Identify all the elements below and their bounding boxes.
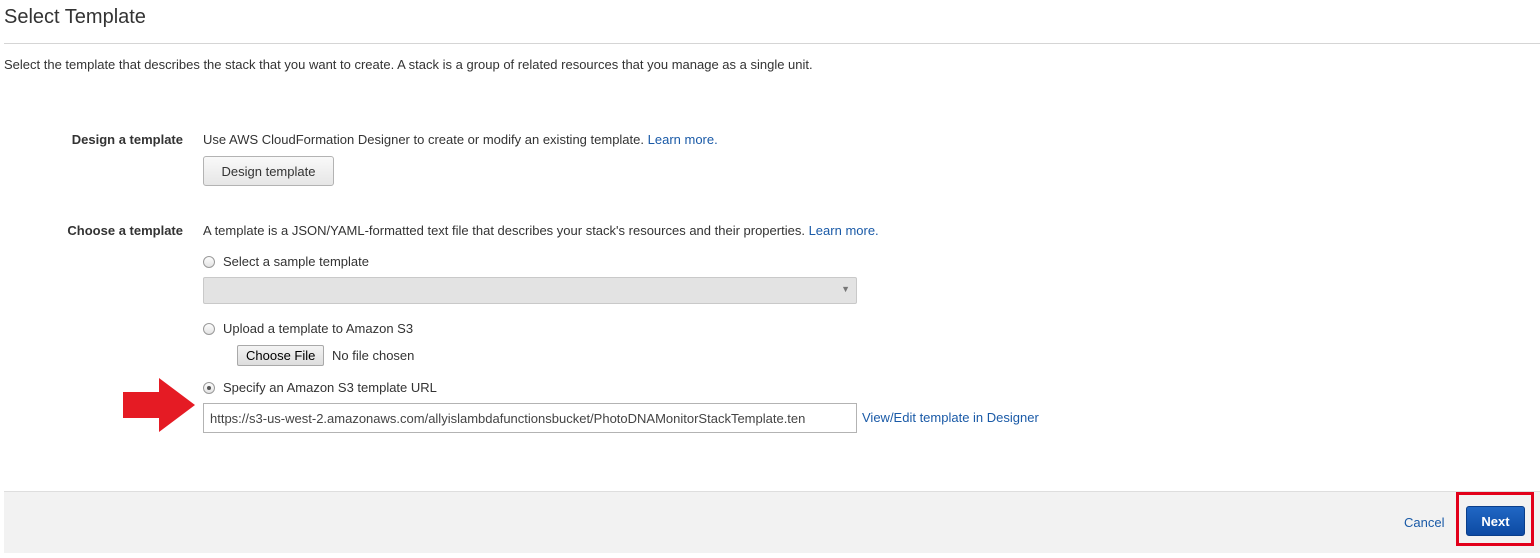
upload-template-label: Upload a template to Amazon S3 — [223, 321, 414, 336]
design-template-text: Use AWS CloudFormation Designer to creat… — [203, 132, 718, 147]
radio-option-sample[interactable]: Select a sample template — [203, 254, 369, 269]
sample-template-radio[interactable] — [203, 255, 215, 268]
page-title: Select Template — [4, 6, 146, 28]
choose-template-description: A template is a JSON/YAML-formatted text… — [203, 223, 805, 238]
view-edit-designer-link[interactable]: View/Edit template in Designer — [862, 410, 1039, 425]
sample-template-select[interactable]: ▼ — [203, 277, 857, 304]
radio-option-s3-url[interactable]: Specify an Amazon S3 template URL — [203, 380, 437, 395]
choose-template-text: A template is a JSON/YAML-formatted text… — [203, 223, 879, 238]
choose-template-label: Choose a template — [67, 223, 183, 238]
red-arrow-icon — [123, 378, 195, 432]
cancel-link[interactable]: Cancel — [1404, 515, 1444, 530]
design-template-description: Use AWS CloudFormation Designer to creat… — [203, 132, 644, 147]
upload-template-radio[interactable] — [203, 322, 215, 335]
s3-template-url-input[interactable]: https://s3-us-west-2.amazonaws.com/allyi… — [203, 403, 857, 433]
choose-learn-more-link[interactable]: Learn more. — [809, 223, 879, 238]
choose-file-button[interactable]: Choose File — [237, 345, 325, 366]
design-template-button[interactable]: Design template — [203, 156, 334, 186]
next-button[interactable]: Next — [1466, 506, 1525, 536]
file-status-text: No file chosen — [332, 348, 415, 363]
s3-url-radio[interactable] — [203, 381, 215, 394]
chevron-down-icon: ▼ — [841, 284, 850, 294]
page-description: Select the template that describes the s… — [4, 57, 813, 72]
radio-option-upload[interactable]: Upload a template to Amazon S3 — [203, 321, 413, 336]
sample-template-label: Select a sample template — [223, 254, 369, 269]
wizard-footer — [4, 491, 1540, 553]
title-divider — [4, 43, 1540, 44]
s3-url-label: Specify an Amazon S3 template URL — [223, 380, 437, 395]
design-template-label: Design a template — [71, 132, 183, 147]
design-learn-more-link[interactable]: Learn more. — [648, 132, 718, 147]
